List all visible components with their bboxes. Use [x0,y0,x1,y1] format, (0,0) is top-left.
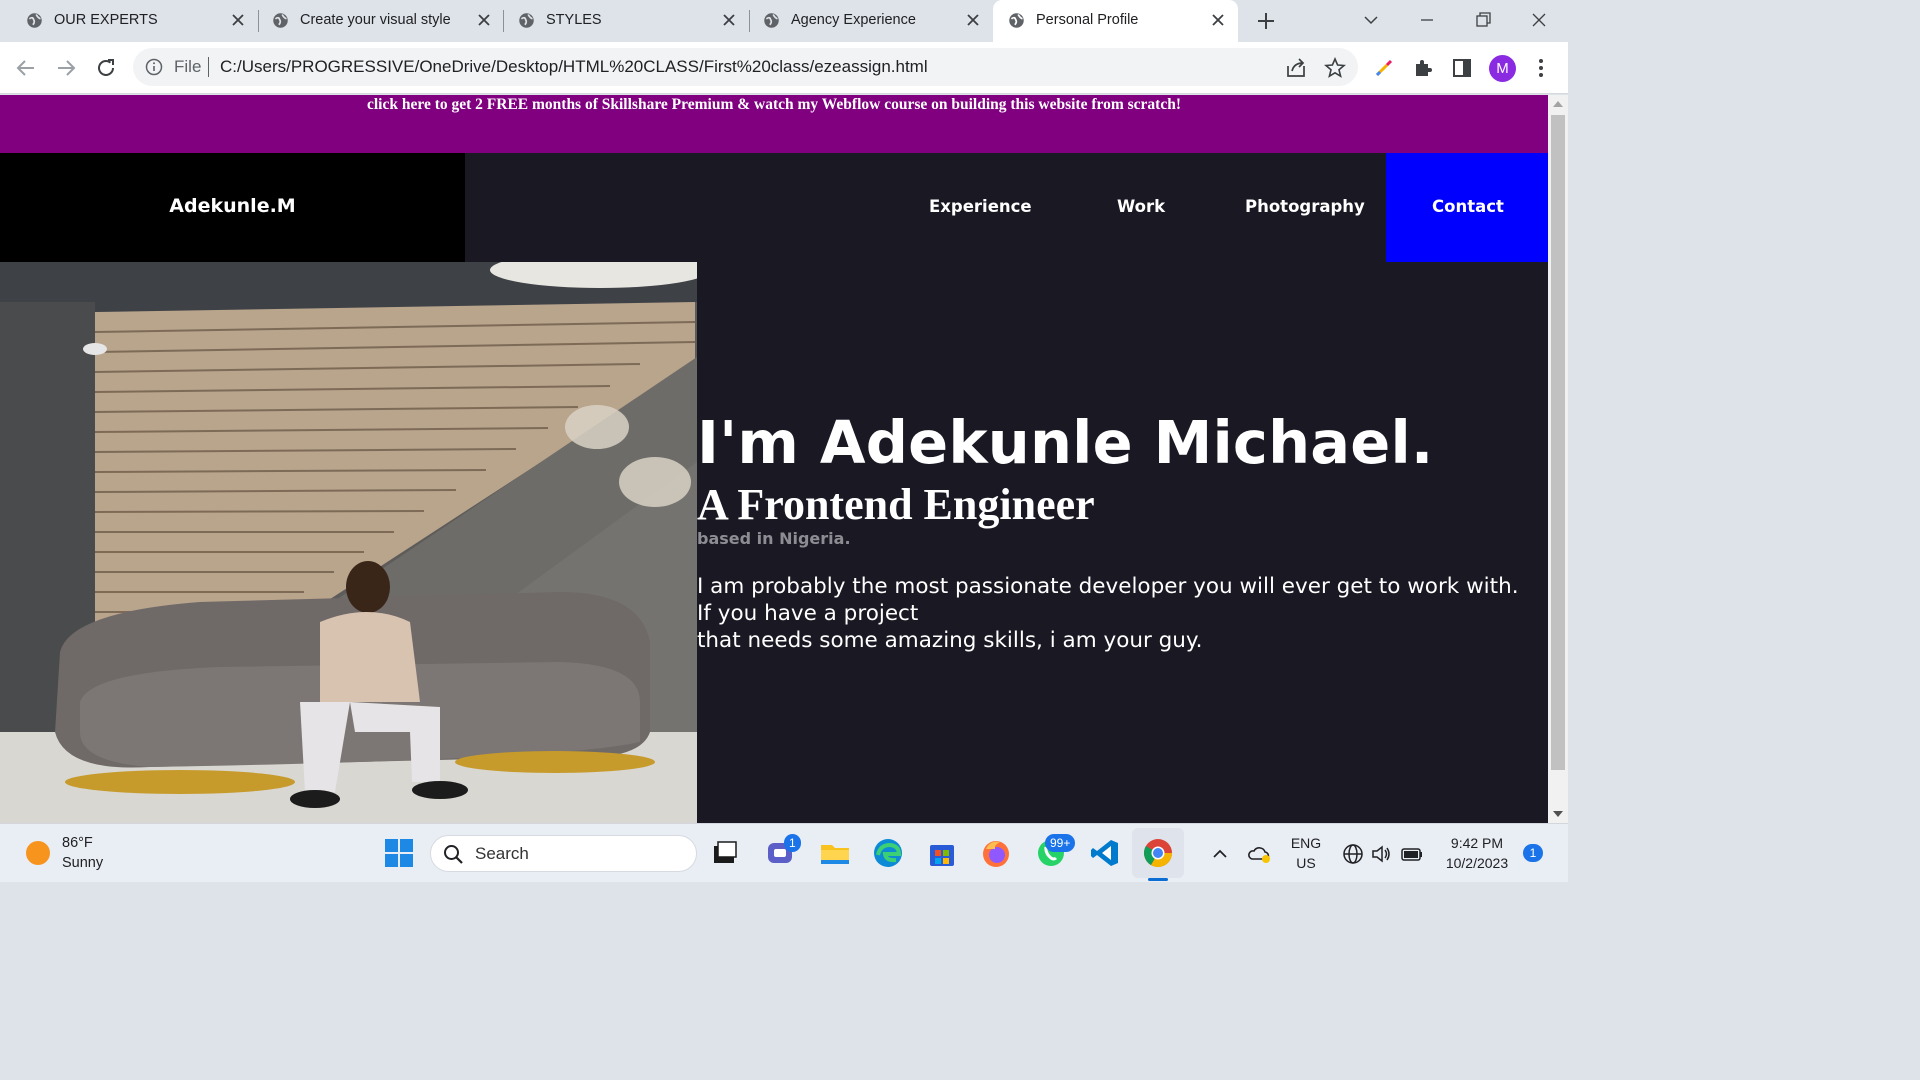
nav-contact-box[interactable]: Contact [1386,153,1548,262]
tab-title: STYLES [546,12,602,28]
share-icon[interactable] [1284,56,1308,80]
page-viewport: click here to get 2 FREE months of Skill… [0,95,1548,823]
tab-agency-experience[interactable]: Agency Experience [737,0,995,42]
tab-title: Create your visual style [300,12,451,28]
site-logo[interactable]: Adekunle.M [0,195,465,217]
active-app-indicator [1148,878,1168,881]
tab-search-chevron-icon[interactable] [1360,9,1382,31]
language-code[interactable]: ENG [1290,835,1322,851]
menu-kebab-icon[interactable] [1529,56,1553,80]
browser-toolbar: File C:/Users/PROGRESSIVE/OneDrive/Deskt… [0,42,1568,94]
close-window-icon[interactable] [1528,9,1550,31]
sun-weather-icon[interactable] [25,840,51,866]
minimize-icon[interactable] [1416,9,1438,31]
hero-paragraph-line: that needs some amazing skills, i am you… [697,628,1203,653]
close-icon[interactable] [1209,11,1227,29]
hero-paragraph-line: I am probably the most passionate develo… [697,574,1519,599]
battery-charging-icon[interactable] [1400,843,1424,865]
url-text[interactable]: C:/Users/PROGRESSIVE/OneDrive/Desktop/HT… [220,57,928,77]
nav-experience[interactable]: Experience [929,197,1032,216]
chrome-icon[interactable] [1142,837,1174,869]
close-icon[interactable] [720,11,738,29]
globe-icon [764,13,779,28]
hero-heading: I'm Adekunle Michael. [697,408,1434,477]
globe-icon [273,13,288,28]
microsoft-store-icon[interactable] [926,837,958,869]
tray-chevron-up-icon[interactable] [1211,845,1229,863]
close-icon[interactable] [229,11,247,29]
taskbar-search[interactable]: Search [430,835,697,872]
windows-start-icon[interactable] [383,837,415,869]
volume-icon[interactable] [1370,843,1392,865]
edge-browser-icon[interactable] [872,837,904,869]
globe-icon [1009,13,1024,28]
omnibox-divider [208,57,209,77]
scroll-up-arrow-icon[interactable] [1552,99,1564,109]
nav-photography[interactable]: Photography [1245,197,1365,216]
profile-photo [0,262,697,823]
clock-date[interactable]: 10/2/2023 [1430,855,1524,871]
close-icon[interactable] [475,11,493,29]
back-arrow-icon[interactable] [14,56,38,80]
nav-contact[interactable]: Contact [1432,197,1504,216]
brand-box: Adekunle.M [0,153,465,262]
site-navbar: Adekunle.M Experience Work Photography C… [0,153,1548,262]
language-region[interactable]: US [1290,855,1322,871]
tab-strip: OUR EXPERTS Create your visual style STY… [0,0,1568,42]
tab-personal-profile[interactable]: Personal Profile [993,0,1238,42]
teams-badge: 1 [784,834,801,852]
tab-our-experts[interactable]: OUR EXPERTS [0,0,258,42]
url-scheme: File [174,57,202,76]
windows-taskbar: 86°F Sunny Search 1 99+ ENG US 9:42 PM 1… [0,823,1568,882]
promo-link[interactable]: click here to get 2 FREE months of Skill… [0,96,1548,114]
clock-time[interactable]: 9:42 PM [1430,835,1524,851]
onedrive-icon[interactable] [1248,842,1272,866]
page-scrollbar[interactable] [1548,95,1568,823]
tab-styles[interactable]: STYLES [492,0,750,42]
tab-title: OUR EXPERTS [54,12,158,28]
hero-location: based in Nigeria. [697,529,851,548]
new-tab-icon[interactable] [1256,11,1276,31]
scroll-thumb[interactable] [1551,115,1565,770]
tab-title: Personal Profile [1036,12,1139,28]
close-icon[interactable] [964,11,982,29]
nav-work[interactable]: Work [1117,197,1165,216]
extensions-puzzle-icon[interactable] [1411,56,1435,80]
hero-subheading: A Frontend Engineer [697,480,1095,529]
whatsapp-badge: 99+ [1045,834,1076,852]
vscode-icon[interactable] [1089,837,1121,869]
task-view-icon[interactable] [709,837,741,869]
network-globe-icon[interactable] [1342,843,1364,865]
globe-icon [519,13,534,28]
forward-arrow-icon[interactable] [54,56,78,80]
tab-visual-style[interactable]: Create your visual style [246,0,504,42]
bookmark-star-icon[interactable] [1323,56,1347,80]
search-label: Search [475,844,529,863]
side-panel-icon[interactable] [1450,56,1474,80]
color-picker-extension-icon[interactable] [1372,56,1396,80]
info-icon[interactable] [145,58,163,76]
globe-icon [27,13,42,28]
restore-icon[interactable] [1472,9,1494,31]
firefox-icon[interactable] [980,837,1012,869]
reload-icon[interactable] [94,56,118,80]
profile-avatar[interactable]: M [1489,55,1516,82]
hero-paragraph: I am probably the most passionate develo… [697,573,1519,654]
address-bar[interactable]: File C:/Users/PROGRESSIVE/OneDrive/Deskt… [133,48,1358,86]
tab-title: Agency Experience [791,12,916,28]
weather-condition[interactable]: Sunny [62,855,103,871]
hero-paragraph-line: If you have a project [697,601,919,626]
notification-badge[interactable]: 1 [1523,844,1543,862]
weather-temperature[interactable]: 86°F [62,835,93,851]
file-explorer-icon[interactable] [819,837,851,869]
scroll-down-arrow-icon[interactable] [1552,809,1564,819]
search-icon [444,845,463,864]
promo-banner[interactable]: click here to get 2 FREE months of Skill… [0,95,1548,153]
